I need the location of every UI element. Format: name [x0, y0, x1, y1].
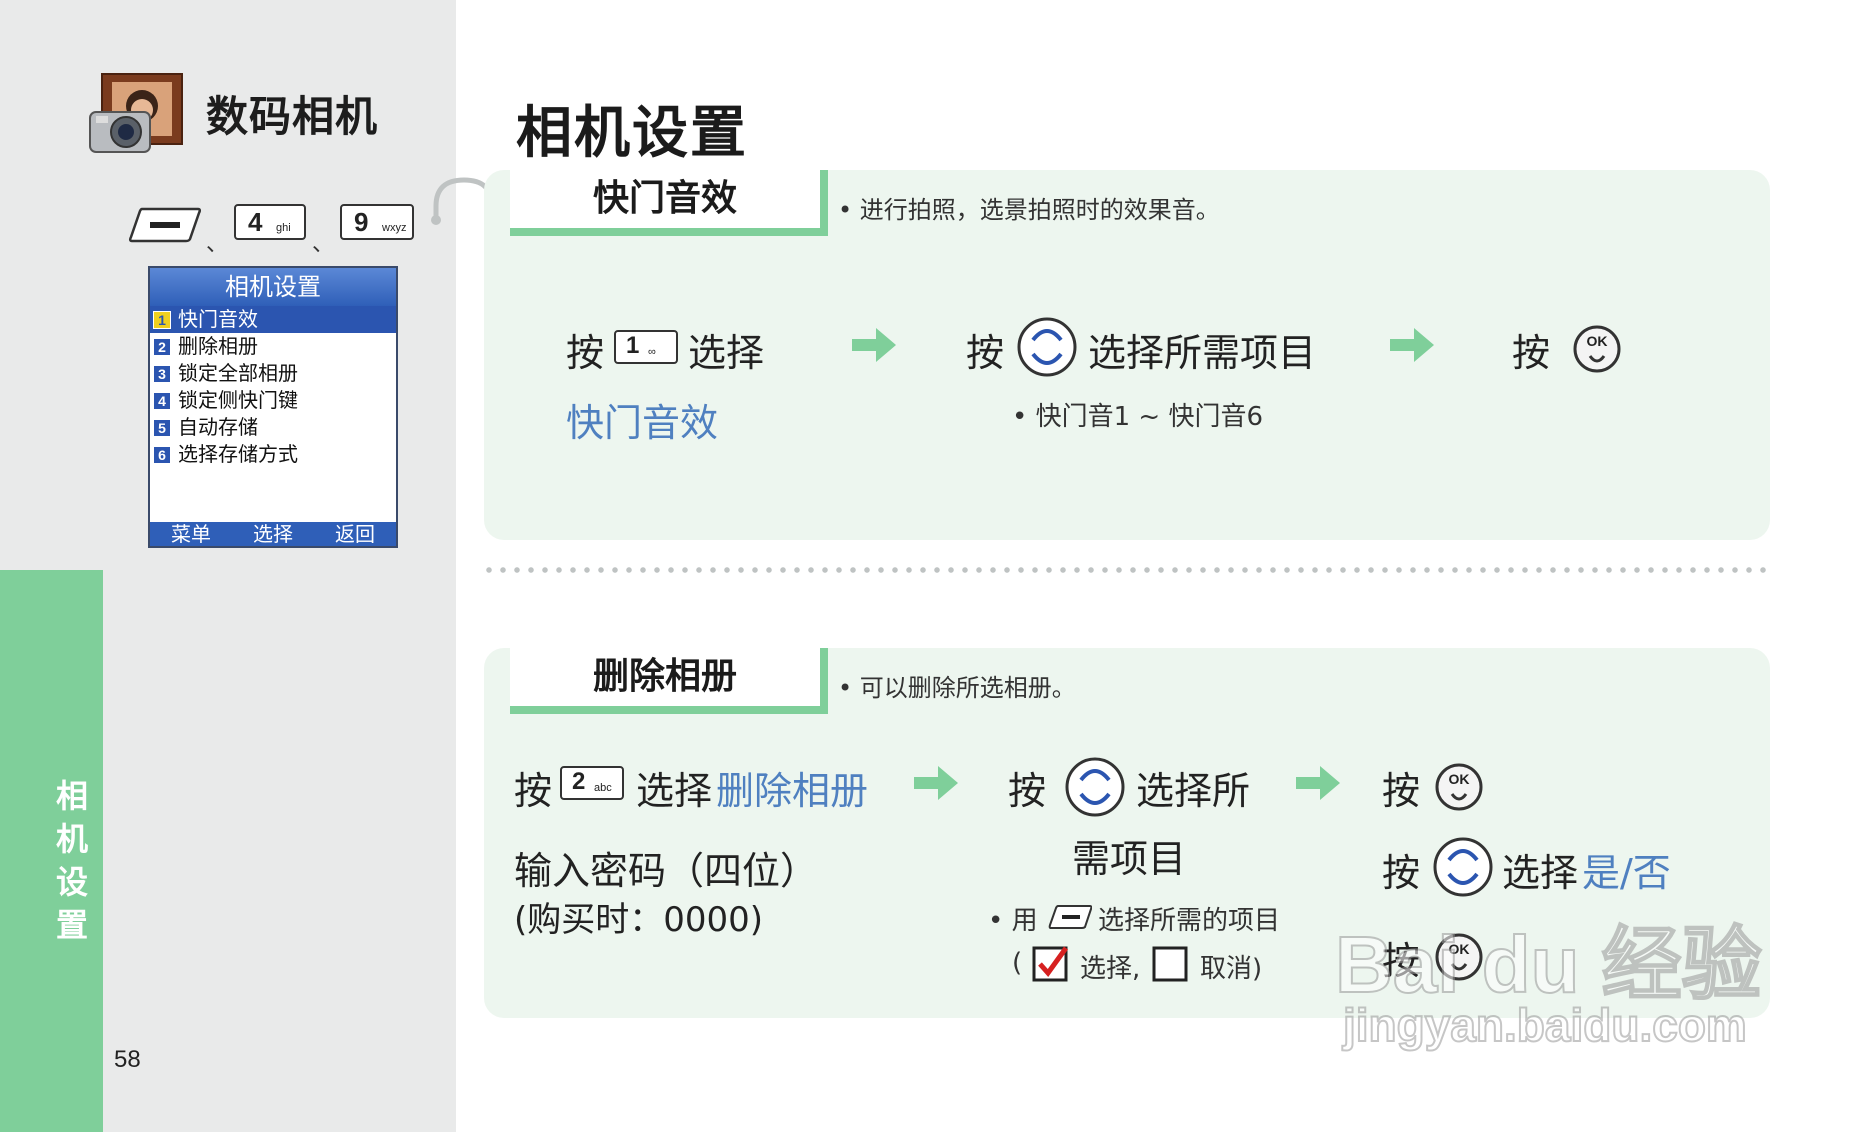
page-title: 相机设置 — [516, 101, 748, 166]
key-1-icon: 1 ∞ — [614, 330, 678, 364]
instruction-text: 按 — [566, 331, 605, 375]
soft-key-icon — [1048, 905, 1092, 929]
instruction-text: 输入密码（四位） — [514, 849, 819, 893]
instruction-text: 按 — [1512, 331, 1551, 375]
menu-item[interactable]: 5 自动存储 — [150, 414, 396, 441]
instruction-text: 需项目 — [1072, 837, 1187, 881]
arrow-right-icon — [852, 328, 896, 362]
instruction-text: 选择 — [636, 769, 713, 813]
nav-key-icon — [1065, 757, 1125, 817]
arrow-right-icon — [914, 766, 958, 800]
section-title: 删除相册 — [510, 648, 828, 714]
instruction-text: 按 — [1382, 769, 1421, 813]
separator: 、 — [312, 232, 335, 257]
checkbox-empty-icon — [1152, 946, 1188, 982]
ok-key-icon: OK — [1434, 762, 1484, 812]
softkey-bar: 菜单 选择 返回 — [150, 522, 396, 546]
ok-key-icon: OK — [1572, 324, 1622, 374]
softkey-select[interactable]: 选择 — [253, 522, 293, 546]
note-text: 选择, — [1080, 954, 1141, 984]
key-9: 9 wxyz — [340, 204, 414, 240]
note-text: 选择所需的项目 — [1098, 906, 1281, 936]
note-text: • 快门音1 ~ 快门音6 — [1012, 402, 1263, 432]
menu-item[interactable]: 4 锁定侧快门键 — [150, 387, 396, 414]
softkey-menu[interactable]: 菜单 — [171, 522, 211, 546]
section-divider — [482, 566, 1772, 574]
arrow-right-icon — [1390, 328, 1434, 362]
camera-icon — [89, 73, 183, 153]
note-text: • 用 — [988, 906, 1038, 936]
note-text: ( — [1012, 948, 1023, 978]
watermark-url: jingyan.baidu.com — [1342, 998, 1748, 1052]
watermark: Bai du 经验 jingyan.baidu.com — [1334, 890, 1775, 1060]
key-4: 4 ghi — [234, 204, 306, 240]
softkey-back[interactable]: 返回 — [335, 522, 375, 546]
instruction-text: 按 — [1008, 769, 1047, 813]
menu-item[interactable]: 6 选择存储方式 — [150, 441, 396, 468]
page-number: 58 — [114, 1046, 141, 1073]
menu-item[interactable]: 1 快门音效 — [150, 306, 396, 333]
checkbox-checked-icon — [1032, 946, 1069, 982]
note-text: 取消) — [1200, 954, 1263, 984]
phone-screen: 相机设置 1 快门音效 2 删除相册 3 锁定全部相册 4 锁定侧快门键 5 自… — [148, 266, 398, 548]
menu-target-text: 快门音效 — [566, 401, 719, 445]
soft-key-icon — [128, 207, 202, 243]
instruction-text: 选择 — [1502, 851, 1579, 895]
menu-item[interactable]: 2 删除相册 — [150, 333, 396, 360]
instruction-text: 选择所 — [1136, 769, 1251, 813]
key-2-icon: 2 abc — [560, 766, 624, 800]
menu-item[interactable]: 3 锁定全部相册 — [150, 360, 396, 387]
phone-screen-title: 相机设置 — [150, 268, 396, 306]
chapter-tab-label: 相机设置 — [55, 777, 88, 944]
nav-key-icon — [1433, 837, 1493, 897]
section-title: 快门音效 — [510, 170, 828, 236]
menu-target-text: 删除相册 — [716, 769, 869, 813]
nav-key-icon — [1017, 317, 1077, 377]
instruction-text: 按 — [514, 769, 553, 813]
instruction-text: (购买时：0000) — [514, 900, 764, 940]
separator: 、 — [206, 232, 229, 257]
instruction-text: 选择 — [688, 331, 765, 375]
app-title: 数码相机 — [206, 92, 379, 141]
section-description: • 进行拍照，选景拍照时的效果音。 — [838, 196, 1220, 224]
arrow-right-icon — [1296, 766, 1340, 800]
option-text: 是/否 — [1582, 851, 1671, 895]
instruction-text: 按 — [966, 331, 1005, 375]
shortcut-keys: 、 4 ghi 、 9 wxyz — [128, 204, 458, 257]
instruction-text: 按 — [1382, 851, 1421, 895]
section-description: • 可以删除所选相册。 — [838, 674, 1076, 702]
instruction-text: 选择所需项目 — [1088, 331, 1317, 375]
